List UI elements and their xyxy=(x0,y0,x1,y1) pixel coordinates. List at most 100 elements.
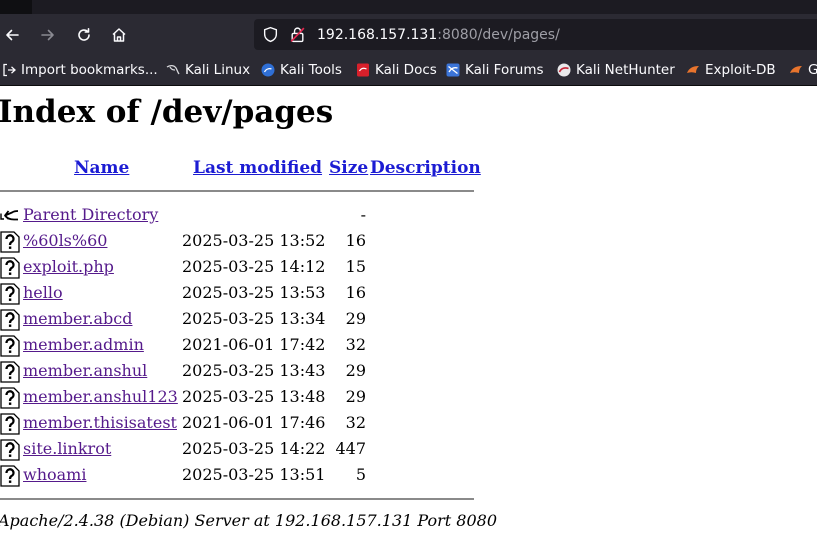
file-row: hello 2025-03-25 13:53 16 xyxy=(0,281,480,307)
file-row: site.linkrot 2025-03-25 14:22 447 xyxy=(0,437,480,463)
bookmark-label: Kali NetHunter xyxy=(576,62,675,78)
bookmark-label: Kali Tools xyxy=(280,62,342,78)
file-link[interactable]: whoami xyxy=(23,465,86,484)
url-text[interactable]: 192.168.157.131:8080/dev/pages/ xyxy=(317,26,560,44)
kali-dragon-icon xyxy=(166,64,180,75)
unknown-file-icon xyxy=(0,257,20,279)
bookmark-kali-forums[interactable]: Kali Forums xyxy=(446,61,544,79)
unknown-file-icon xyxy=(0,283,20,305)
column-header-description[interactable]: Description xyxy=(370,158,481,178)
file-modified: 2025-03-25 13:51 xyxy=(182,465,326,484)
shield-icon[interactable] xyxy=(262,26,279,43)
url-path: :8080/dev/pages/ xyxy=(437,27,560,43)
address-bar[interactable]: 192.168.157.131:8080/dev/pages/ xyxy=(254,19,817,50)
file-size: 29 xyxy=(345,309,366,328)
home-icon xyxy=(112,28,126,42)
bookmark-kali-nethunter[interactable]: Kali NetHunter xyxy=(557,61,675,79)
file-modified: 2025-03-25 13:53 xyxy=(182,283,326,302)
url-host: 192.168.157.131 xyxy=(317,27,438,43)
bookmark-import[interactable]: Import bookmarks... xyxy=(2,61,158,79)
footer-divider xyxy=(0,498,474,500)
forward-button[interactable] xyxy=(34,21,62,49)
unknown-file-icon xyxy=(0,309,20,331)
file-size: 32 xyxy=(345,335,366,354)
unknown-file-icon xyxy=(0,465,20,487)
file-row: member.anshul123 2025-03-25 13:48 29 xyxy=(0,385,480,411)
active-tab[interactable] xyxy=(32,0,817,14)
file-link[interactable]: %60ls%60 xyxy=(23,231,107,250)
page-title: Index of /dev/pages xyxy=(0,94,334,130)
unknown-file-icon xyxy=(0,387,20,409)
file-modified: 2021-06-01 17:46 xyxy=(182,413,326,432)
file-link[interactable]: member.anshul123 xyxy=(23,387,178,406)
column-header-size[interactable]: Size xyxy=(329,158,368,178)
reload-button[interactable] xyxy=(70,21,98,49)
unknown-file-icon xyxy=(0,439,20,461)
import-icon xyxy=(3,63,16,77)
file-size: 447 xyxy=(335,439,366,458)
kali-tools-icon xyxy=(261,63,275,77)
page-content: Index of /dev/pages Name Last modified S… xyxy=(0,86,817,535)
navigation-toolbar: 192.168.157.131:8080/dev/pages/ xyxy=(0,14,817,56)
file-row: member.abcd 2025-03-25 13:34 29 xyxy=(0,307,480,333)
file-row: member.admin 2021-06-01 17:42 32 xyxy=(0,333,480,359)
bookmark-label: G xyxy=(808,62,817,78)
back-arrow-icon xyxy=(6,29,19,41)
back-button[interactable] xyxy=(0,21,26,49)
file-link[interactable]: member.thisisatest xyxy=(23,413,177,432)
bookmark-exploit-db-2[interactable]: G xyxy=(789,61,817,79)
unknown-file-icon xyxy=(0,413,20,435)
unknown-file-icon xyxy=(0,231,20,253)
file-row: exploit.php 2025-03-25 14:12 15 xyxy=(0,255,480,281)
file-modified: 2025-03-25 13:43 xyxy=(182,361,326,380)
back-folder-icon xyxy=(0,210,19,221)
file-modified: 2025-03-25 13:34 xyxy=(182,309,326,328)
bookmark-label: Kali Forums xyxy=(465,62,544,78)
exploit-db-icon xyxy=(687,66,699,73)
file-modified: 2025-03-25 13:48 xyxy=(182,387,326,406)
parent-directory-row: Parent Directory - xyxy=(0,203,480,229)
file-modified: 2025-03-25 14:12 xyxy=(182,257,326,276)
file-link[interactable]: member.abcd xyxy=(23,309,132,328)
file-size: 32 xyxy=(345,413,366,432)
column-header-last-modified[interactable]: Last modified xyxy=(193,158,322,178)
column-header-name[interactable]: Name xyxy=(74,158,129,178)
forward-arrow-icon xyxy=(41,29,54,41)
file-size: 16 xyxy=(345,283,366,302)
exploit-db-icon xyxy=(790,66,802,73)
file-size: 15 xyxy=(345,257,366,276)
tab-strip xyxy=(0,0,817,14)
file-size: 5 xyxy=(355,465,366,484)
file-link[interactable]: exploit.php xyxy=(23,257,114,276)
bookmark-label: Exploit-DB xyxy=(705,62,776,78)
bookmark-kali-docs[interactable]: Kali Docs xyxy=(356,61,437,79)
file-row: whoami 2025-03-25 13:51 5 xyxy=(0,463,480,489)
bookmarks-toolbar: Import bookmarks... Kali Linux Kali Tool… xyxy=(0,56,817,86)
file-size: 29 xyxy=(345,387,366,406)
parent-directory-link[interactable]: Parent Directory xyxy=(23,205,158,224)
bookmark-exploit-db[interactable]: Exploit-DB xyxy=(686,61,776,79)
kali-nethunter-icon xyxy=(557,63,571,77)
file-row: %60ls%60 2025-03-25 13:52 16 xyxy=(0,229,480,255)
file-modified: 2025-03-25 13:52 xyxy=(182,231,326,250)
file-modified: 2021-06-01 17:42 xyxy=(182,335,326,354)
file-link[interactable]: member.anshul xyxy=(23,361,147,380)
server-signature: Apache/2.4.38 (Debian) Server at 192.168… xyxy=(0,511,498,530)
bookmark-label: Import bookmarks... xyxy=(21,62,158,78)
file-row: member.anshul 2025-03-25 13:43 29 xyxy=(0,359,480,385)
file-link[interactable]: site.linkrot xyxy=(23,439,111,458)
unknown-file-icon xyxy=(0,361,20,383)
kali-docs-icon xyxy=(357,63,369,77)
bookmark-label: Kali Docs xyxy=(375,62,437,78)
bookmark-kali-tools[interactable]: Kali Tools xyxy=(261,61,342,79)
reload-icon xyxy=(78,28,90,41)
insecure-lock-icon[interactable] xyxy=(289,26,306,43)
file-link[interactable]: member.admin xyxy=(23,335,144,354)
file-link[interactable]: hello xyxy=(23,283,63,302)
kali-forums-icon xyxy=(446,63,460,77)
header-divider xyxy=(0,190,474,192)
file-size: 16 xyxy=(345,231,366,250)
home-button[interactable] xyxy=(105,21,133,49)
bookmark-kali-linux[interactable]: Kali Linux xyxy=(166,61,250,79)
file-row: member.thisisatest 2021-06-01 17:46 32 xyxy=(0,411,480,437)
